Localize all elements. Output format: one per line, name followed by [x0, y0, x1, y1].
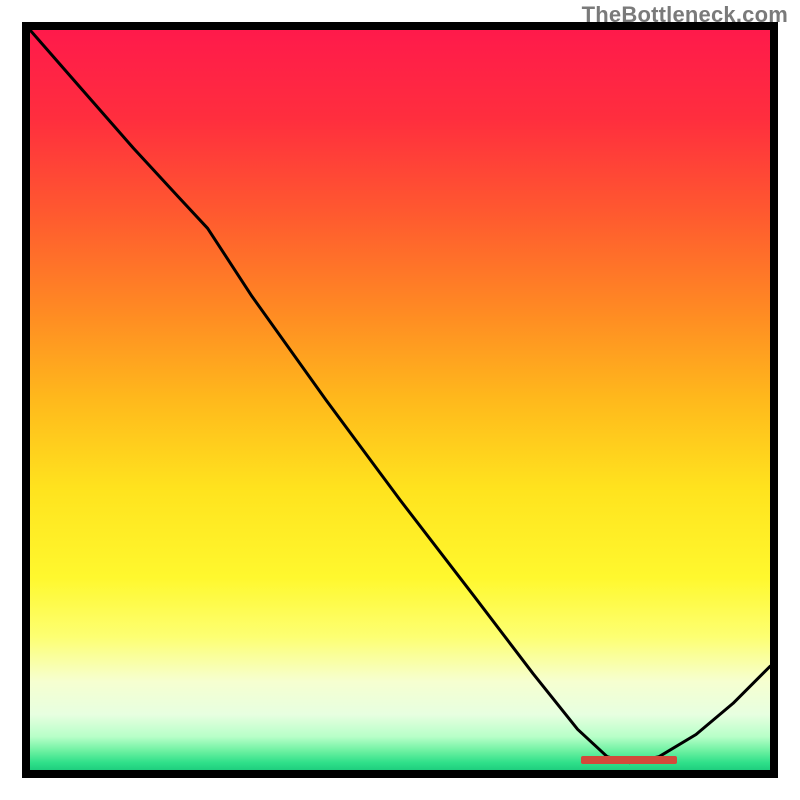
chart-container: TheBottleneck.com [0, 0, 800, 800]
bottleneck-line [30, 30, 770, 763]
plot-area [30, 30, 770, 770]
optimal-range-marker [581, 756, 677, 764]
bottleneck-curve-layer [30, 30, 770, 770]
chart-frame [22, 22, 778, 778]
